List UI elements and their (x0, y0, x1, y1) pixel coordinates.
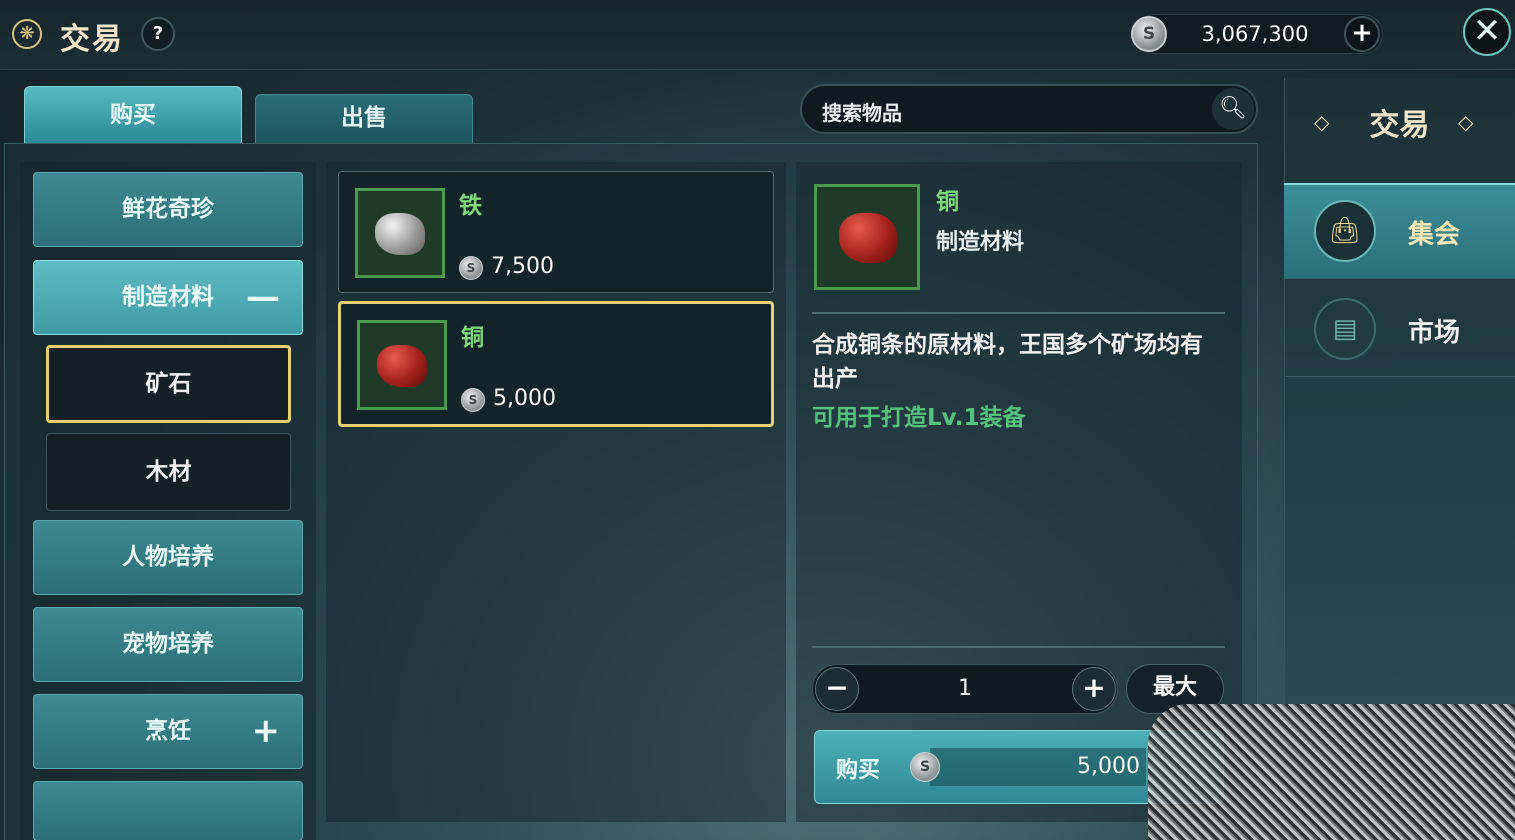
silver-coin-icon: S (910, 752, 940, 782)
detail-item-name: 铜 (936, 189, 959, 215)
category-character-growth[interactable]: 人物培养 (33, 520, 303, 595)
search-placeholder: 搜索物品 (822, 101, 902, 125)
item-price: 5,000 (493, 386, 556, 411)
trade-emblem-icon: ❋ (12, 19, 42, 49)
item-card-iron[interactable]: 铁 S 7,500 (338, 171, 774, 293)
sidebar-item-label: 集会 (1408, 220, 1461, 250)
detail-usage: 可用于打造Lv.1装备 (812, 405, 1026, 431)
shop-icon: ▤ (1314, 298, 1376, 360)
help-button[interactable]: ? (141, 17, 175, 51)
subcategory-ore[interactable]: 矿石 (46, 345, 291, 423)
expand-icon: + (251, 711, 281, 751)
obscured-region (1148, 704, 1515, 840)
category-crafting-materials[interactable]: 制造材料 — (33, 260, 303, 335)
currency-amount: 3,067,300 (1201, 22, 1309, 46)
buy-button-label: 购买 (836, 758, 881, 783)
page-title: 交易 (60, 22, 124, 57)
copper-ore-icon (814, 184, 920, 290)
detail-description: 合成铜条的原材料，王国多个矿场均有出产 (812, 332, 1203, 392)
quantity-value[interactable]: 1 (900, 676, 1030, 701)
silver-coin-icon: S (459, 256, 483, 280)
decrease-quantity-button[interactable]: − (815, 667, 859, 711)
ornament-right-icon: ◇ (1458, 110, 1474, 134)
iron-ore-icon (355, 188, 445, 278)
subcategory-wood[interactable]: 木材 (46, 433, 291, 511)
close-button[interactable]: ✕ (1463, 8, 1511, 56)
collapse-icon: — (246, 277, 280, 317)
search-icon[interactable]: 🔍︎ (1212, 88, 1254, 130)
item-name: 铜 (461, 325, 484, 351)
tab-sell[interactable]: 出售 (255, 94, 473, 144)
silver-coin-icon: S (1131, 16, 1167, 52)
buy-price: 5,000 (1077, 754, 1140, 779)
item-name: 铁 (459, 193, 482, 219)
category-flowers[interactable]: 鲜花奇珍 (33, 172, 303, 247)
item-price: 7,500 (491, 254, 554, 279)
divider (812, 646, 1225, 648)
copper-ore-icon (357, 320, 447, 410)
silver-coin-icon: S (461, 388, 485, 412)
sidebar-item-label: 市场 (1408, 318, 1461, 348)
bag-icon: 👜︎ (1314, 200, 1376, 262)
tab-buy[interactable]: 购买 (24, 86, 242, 144)
sidebar-title: 交易 (1369, 108, 1430, 143)
item-card-copper[interactable]: 铜 S 5,000 (338, 301, 774, 427)
divider (812, 312, 1225, 314)
increase-quantity-button[interactable]: + (1072, 667, 1116, 711)
category-partial[interactable] (33, 781, 303, 840)
add-currency-button[interactable]: + (1344, 16, 1380, 52)
detail-item-category: 制造材料 (936, 230, 1025, 255)
category-pet-growth[interactable]: 宠物培养 (33, 607, 303, 682)
category-cooking[interactable]: 烹饪 + (33, 694, 303, 769)
